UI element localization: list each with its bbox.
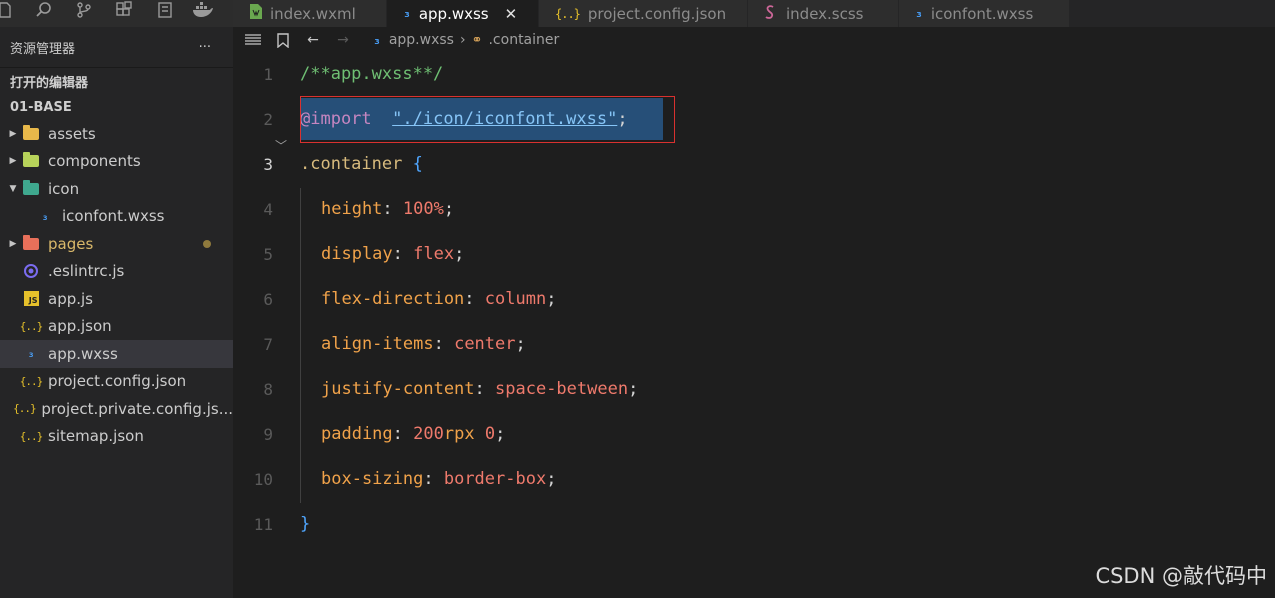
wxss-file-icon: ₃	[373, 32, 381, 48]
tab-project-config-json[interactable]: {..} project.config.json	[539, 0, 748, 27]
breadcrumb: ← → ₃ app.wxss › ⚭ .container	[233, 27, 1275, 53]
tree-item-components[interactable]: ▶ components	[0, 148, 233, 176]
explorer-header: 资源管理器 ···	[0, 27, 233, 67]
fold-chevron-icon[interactable]: ﹀	[275, 137, 287, 154]
explorer-sidebar: 资源管理器 ··· 打开的编辑器 01-BASE ▶ assets ▶ comp…	[0, 27, 233, 598]
workspace-root[interactable]: 01-BASE	[0, 94, 233, 120]
folder-open-icon	[22, 179, 40, 196]
docker-icon[interactable]	[192, 0, 214, 20]
tree-item-iconfont-wxss[interactable]: ₃ iconfont.wxss	[0, 203, 233, 231]
json-file-icon: {..}	[13, 402, 37, 416]
forward-arrow-icon[interactable]: →	[333, 32, 353, 48]
code-line-11: 11 }	[253, 514, 311, 534]
tree-item-app-wxss[interactable]: ₃ app.wxss	[0, 340, 233, 368]
tab-index-scss[interactable]: index.scss	[748, 0, 899, 27]
tab-app-wxss[interactable]: ₃ app.wxss ✕	[387, 0, 539, 27]
json-file-icon: {..}	[555, 6, 581, 21]
explorer-title: 资源管理器	[10, 41, 76, 57]
code-line-2: 2 @import "./icon/iconfont.wxss";	[263, 109, 628, 129]
wxss-file-icon: ₃	[403, 6, 411, 21]
tree-item-project-private-config[interactable]: {..} project.private.config.js...	[0, 395, 233, 423]
code-line-7: 7 align-items: center;	[233, 323, 1275, 368]
activity-bar	[0, 0, 233, 27]
tree-item-assets[interactable]: ▶ assets	[0, 120, 233, 148]
folder-icon	[22, 234, 40, 251]
code-line-1: 1 /**app.wxss**/	[263, 64, 444, 84]
code-editor[interactable]: 1 /**app.wxss**/ 2 @import "./icon/iconf…	[233, 53, 1275, 598]
code-line-3: 3 ﹀ .container {	[263, 139, 423, 174]
files-icon[interactable]	[0, 0, 16, 20]
tab-iconfont-wxss[interactable]: ₃ iconfont.wxss	[899, 0, 1070, 27]
code-line-5: 5 display: flex;	[233, 233, 1275, 278]
bookmark-icon[interactable]	[273, 32, 293, 48]
js-file-icon: JS	[22, 291, 40, 307]
editor-tabs: index.wxml ₃ app.wxss ✕ {..} project.con…	[233, 0, 1070, 27]
folder-icon	[22, 152, 40, 168]
modified-indicator	[203, 239, 211, 248]
chevron-right-icon: ▶	[9, 128, 17, 139]
tree-item-project-config[interactable]: {..} project.config.json	[0, 368, 233, 396]
extensions-icon[interactable]	[113, 0, 135, 20]
open-editors-section[interactable]: 打开的编辑器	[0, 67, 233, 94]
wxss-file-icon: ₃	[915, 6, 923, 21]
folder-icon	[22, 124, 40, 141]
outline-icon[interactable]	[154, 0, 176, 20]
watermark: CSDN @敲代码中	[1095, 564, 1267, 588]
chevron-right-icon: ›	[459, 32, 466, 48]
code-line-6: 6 flex-direction: column;	[233, 278, 1275, 323]
tree-item-app-js[interactable]: JS app.js	[0, 285, 233, 313]
scss-file-icon	[764, 4, 778, 24]
close-icon[interactable]: ✕	[505, 5, 518, 23]
tree-item-app-json[interactable]: {..} app.json	[0, 313, 233, 341]
json-file-icon: {..}	[19, 429, 44, 443]
wxss-file-icon: ₃	[27, 347, 35, 361]
code-line-9: 9 padding: 200rpx 0;	[233, 413, 1275, 458]
tree-item-icon[interactable]: ▼ icon	[0, 175, 233, 203]
json-file-icon: {..}	[19, 319, 44, 333]
code-line-8: 8 justify-content: space-between;	[233, 368, 1275, 413]
breadcrumb-symbol[interactable]: .container	[488, 32, 559, 48]
code-line-10: 10 box-sizing: border-box;	[233, 458, 1275, 503]
more-actions-icon[interactable]: ···	[199, 40, 211, 55]
list-icon[interactable]	[243, 34, 263, 46]
wxss-file-icon: ₃	[41, 209, 49, 223]
chevron-right-icon: ▶	[9, 238, 17, 249]
title-tab-bar: index.wxml ₃ app.wxss ✕ {..} project.con…	[0, 0, 1275, 28]
wxml-file-icon	[249, 4, 262, 23]
code-line-4: 4 height: 100%;	[233, 188, 1275, 233]
chevron-right-icon: ▶	[9, 156, 17, 167]
source-control-icon[interactable]	[73, 0, 95, 20]
back-arrow-icon[interactable]: ←	[303, 32, 323, 48]
tree-item-eslintrc[interactable]: .eslintrc.js	[0, 258, 233, 286]
chevron-down-icon: ▼	[9, 183, 17, 194]
eslint-icon	[22, 264, 40, 279]
breadcrumb-file[interactable]: app.wxss	[389, 32, 454, 48]
tree-item-sitemap[interactable]: {..} sitemap.json	[0, 423, 233, 451]
search-icon[interactable]	[33, 0, 55, 20]
tab-index-wxml[interactable]: index.wxml	[233, 0, 387, 27]
tree-item-pages[interactable]: ▶ pages	[0, 230, 233, 258]
symbol-class-icon: ⚭	[471, 32, 483, 48]
json-file-icon: {..}	[19, 374, 44, 388]
